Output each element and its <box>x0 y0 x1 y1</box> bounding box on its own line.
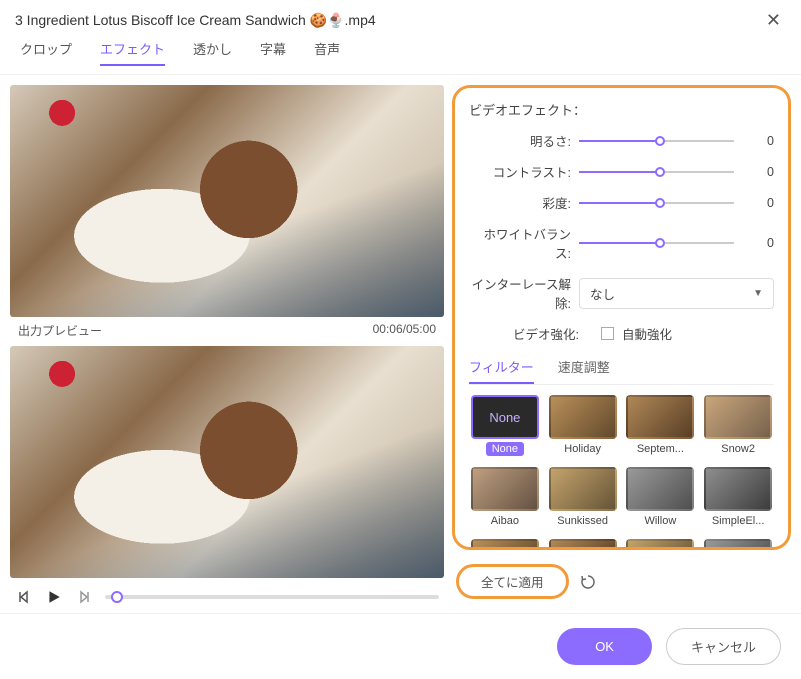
tab-subtitle[interactable]: 字幕 <box>260 39 286 66</box>
saturation-label: 彩度: <box>469 193 579 212</box>
filter-september[interactable] <box>626 395 694 439</box>
next-frame-button[interactable] <box>75 588 93 606</box>
brightness-value: 0 <box>734 134 774 148</box>
enhance-label: ビデオ強化: <box>513 324 593 343</box>
effects-heading: ビデオエフェクト： <box>469 100 774 119</box>
saturation-slider[interactable] <box>579 196 734 210</box>
deinterlace-value: なし <box>590 284 615 303</box>
contrast-value: 0 <box>734 165 774 179</box>
reset-icon[interactable] <box>579 573 597 591</box>
tab-crop[interactable]: クロップ <box>20 39 72 66</box>
filter-willow-label: Willow <box>638 514 682 528</box>
timeline-slider[interactable] <box>105 595 439 599</box>
subtab-speed[interactable]: 速度調整 <box>558 357 610 384</box>
filter-more-1[interactable] <box>471 539 539 550</box>
saturation-value: 0 <box>734 196 774 210</box>
filter-simpleel[interactable] <box>704 467 772 511</box>
contrast-slider[interactable] <box>579 165 734 179</box>
filter-september-label: Septem... <box>631 442 690 456</box>
filter-grid: None None Holiday Septem... Snow2 Aibao S… <box>469 395 774 550</box>
subtab-filter[interactable]: フィルター <box>469 357 534 384</box>
filter-none[interactable]: None <box>471 395 539 439</box>
prev-frame-button[interactable] <box>15 588 33 606</box>
filter-simpleel-label: SimpleEl... <box>706 514 771 528</box>
filter-holiday[interactable] <box>549 395 617 439</box>
preview-original <box>10 85 444 317</box>
filter-snow2[interactable] <box>704 395 772 439</box>
whitebalance-label: ホワイトバランス: <box>469 224 579 262</box>
brightness-slider[interactable] <box>579 134 734 148</box>
filter-snow2-label: Snow2 <box>715 442 761 456</box>
preview-output <box>10 346 444 578</box>
cancel-button[interactable]: キャンセル <box>666 628 781 665</box>
tab-audio[interactable]: 音声 <box>314 39 340 66</box>
whitebalance-slider[interactable] <box>579 236 734 250</box>
filter-more-4[interactable] <box>704 539 772 550</box>
tab-effect[interactable]: エフェクト <box>100 39 165 66</box>
close-icon[interactable]: ✕ <box>761 10 786 31</box>
contrast-label: コントラスト: <box>469 162 579 181</box>
filter-sunkissed-label: Sunkissed <box>551 514 614 528</box>
filter-aibao[interactable] <box>471 467 539 511</box>
ok-button[interactable]: OK <box>557 628 652 665</box>
preview-label: 出力プレビュー <box>18 322 102 339</box>
preview-time: 00:06/05:00 <box>373 322 436 339</box>
auto-enhance-checkbox[interactable] <box>601 327 614 340</box>
deinterlace-select[interactable]: なし ▼ <box>579 278 774 309</box>
filter-none-label: None <box>486 442 524 456</box>
tab-watermark[interactable]: 透かし <box>193 39 232 66</box>
whitebalance-value: 0 <box>734 236 774 250</box>
filter-willow[interactable] <box>626 467 694 511</box>
auto-enhance-label: 自動強化 <box>622 324 672 343</box>
window-title: 3 Ingredient Lotus Biscoff Ice Cream San… <box>15 12 376 29</box>
play-button[interactable] <box>45 588 63 606</box>
brightness-label: 明るさ: <box>469 131 579 150</box>
deinterlace-label: インターレース解除: <box>469 274 579 312</box>
apply-all-button[interactable]: 全てに適用 <box>456 564 569 599</box>
filter-more-2[interactable] <box>549 539 617 550</box>
filter-holiday-label: Holiday <box>558 442 607 456</box>
main-tabs: クロップ エフェクト 透かし 字幕 音声 <box>0 39 801 75</box>
filter-sunkissed[interactable] <box>549 467 617 511</box>
filter-more-3[interactable] <box>626 539 694 550</box>
chevron-down-icon: ▼ <box>753 288 763 299</box>
effects-panel: ビデオエフェクト： 明るさ: 0 コントラスト: 0 彩度: 0 ホワイトバラン… <box>452 85 791 550</box>
filter-aibao-label: Aibao <box>485 514 525 528</box>
